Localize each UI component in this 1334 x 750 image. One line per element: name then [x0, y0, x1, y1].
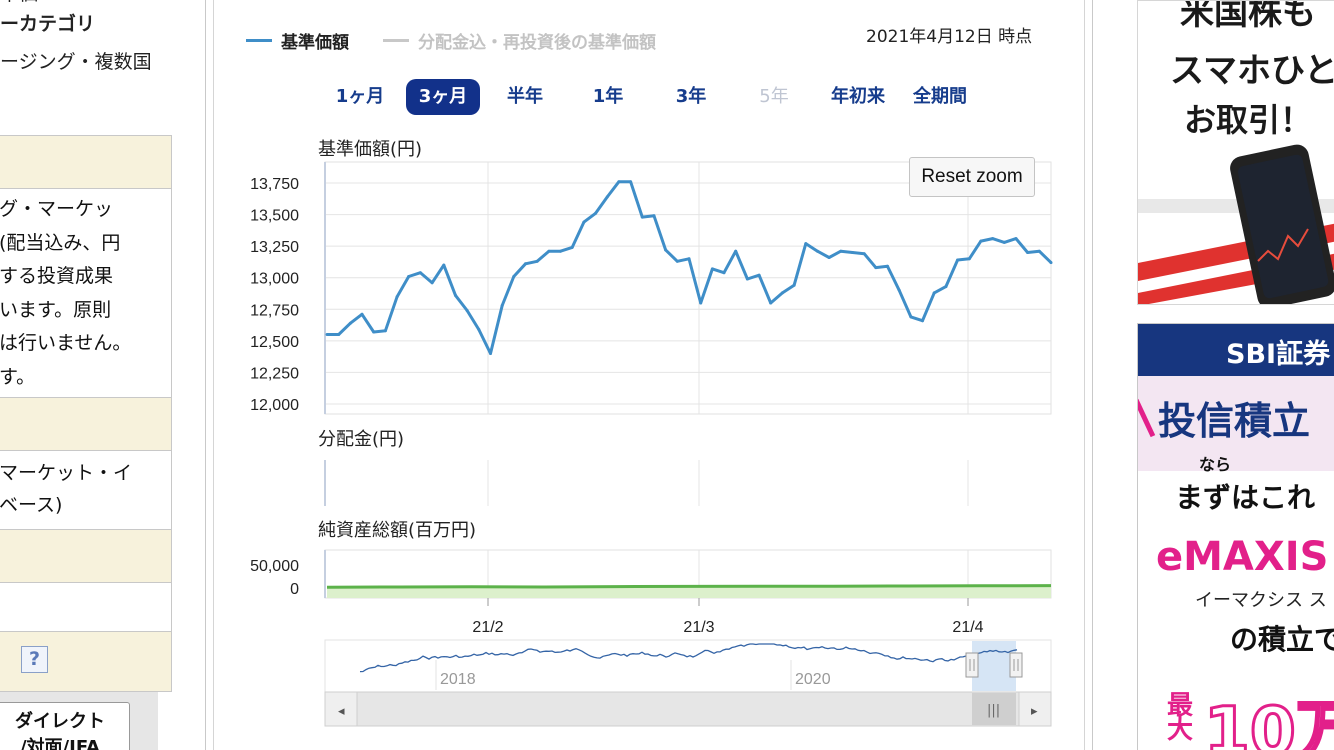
x-tick-label: 21/3	[683, 619, 714, 636]
navigator-selection	[972, 641, 1016, 691]
navigator-background	[324, 639, 1052, 693]
ad1-graphic	[1138, 144, 1334, 304]
navigator-tick-label: 2018	[440, 671, 476, 688]
chart-grid	[324, 161, 1053, 599]
ad-banner-us-stocks[interactable]: 米国株も スマホひと お取引！	[1137, 0, 1334, 305]
y-tick-label: 12,500	[250, 334, 299, 351]
scroll-right-arrow: ▸	[1031, 704, 1038, 719]
y-tick-label: 13,250	[250, 239, 299, 256]
assets-y-tick-label: 50,000	[250, 558, 299, 575]
y-tick-label: 12,750	[250, 302, 299, 319]
ad2-line: 10万	[1203, 692, 1334, 750]
navigator-handle-left	[965, 652, 979, 678]
x-axis-ticks: 21/2 21/3 21/4	[472, 598, 984, 636]
x-tick-label: 21/2	[472, 619, 503, 636]
y-tick-label: 12,250	[250, 365, 299, 382]
assets-y-tick-label: 0	[290, 581, 299, 598]
y-tick-label: 13,000	[250, 271, 299, 288]
y-tick-label: 12,000	[250, 397, 299, 414]
navigator-scrollbar-track	[324, 691, 1052, 727]
y-tick-label: 13,500	[250, 208, 299, 225]
navigator-tick-label: 2020	[795, 671, 831, 688]
ad2-line: の積立で	[1230, 623, 1334, 656]
y-tick-label: 13,750	[250, 176, 299, 193]
ad2-header: SBI証券	[1226, 339, 1331, 370]
fund-chart[interactable]: 13,750 13,500 13,250 13,000 12,750 12,500 12,2…	[0, 0, 1334, 750]
scrollbar-grip: |||	[987, 703, 1000, 718]
ad2-line: 投信積立	[1158, 399, 1311, 443]
navigator-handle-right	[1009, 652, 1023, 678]
y-axis-ticks: 13,750 13,500 13,250 13,000 12,750 12,500 12,2…	[250, 176, 299, 598]
ad-banner-sbi-emaxis[interactable]: SBI証券 投信積立 なら まずはこれ eMAXIS S イーマクシス ス の積…	[1137, 323, 1334, 750]
scroll-left-arrow: ◂	[338, 704, 345, 719]
ad2-line: なら	[1198, 455, 1231, 474]
ad2-line: イーマクシス ス	[1195, 590, 1327, 611]
ad2-line: 最大	[1166, 691, 1193, 745]
ad2-line: まずはこれ	[1175, 481, 1316, 514]
ad2-line: eMAXIS S	[1156, 534, 1334, 580]
reset-zoom-button[interactable]: Reset zoom	[909, 157, 1035, 197]
x-tick-label: 21/4	[952, 619, 983, 636]
assets-series-line	[326, 584, 1052, 589]
